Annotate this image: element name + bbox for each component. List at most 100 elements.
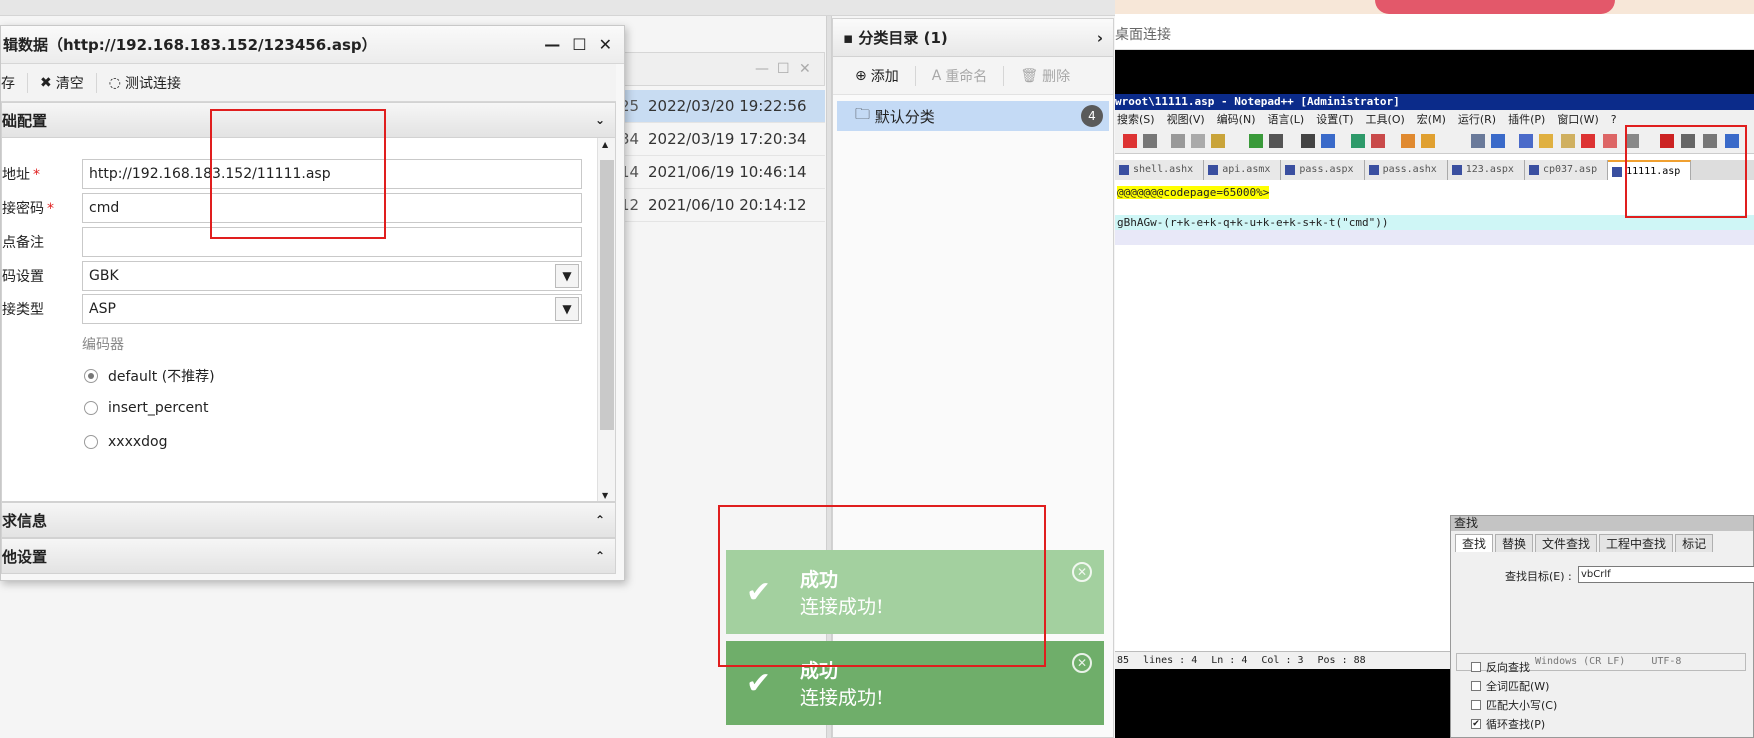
encoder-option-default[interactable]: default (不推荐) — [84, 366, 215, 386]
wrap-icon[interactable] — [1421, 134, 1435, 148]
chevron-down-icon[interactable]: ▼ — [555, 297, 579, 321]
monitor-icon[interactable] — [1581, 134, 1595, 148]
desktop-wallpaper-strip — [1115, 0, 1754, 14]
dialog-titlebar[interactable]: 辑数据（http://192.168.183.152/123456.asp） —… — [1, 26, 624, 64]
section-other-settings-header[interactable]: 他设置 ⌃ — [1, 538, 616, 574]
tab-cp037-asp[interactable]: cp037.asp — [1524, 160, 1609, 180]
menu-item-encoding[interactable]: 编码(N) — [1217, 110, 1256, 130]
new-file-icon[interactable] — [1123, 134, 1137, 148]
menu-item-search[interactable]: 搜索(S) — [1117, 110, 1155, 130]
menu-item-plugins[interactable]: 插件(P) — [1508, 110, 1545, 130]
paragraph-icon[interactable] — [1491, 134, 1505, 148]
paste-icon[interactable] — [1211, 134, 1225, 148]
menu-item-macro[interactable]: 宏(M) — [1417, 110, 1446, 130]
folder-workspace-icon[interactable] — [1561, 134, 1575, 148]
close-icon[interactable]: ✕ — [1072, 562, 1092, 582]
scroll-thumb[interactable] — [600, 160, 614, 430]
find-dialog-title[interactable]: 查找 — [1451, 516, 1753, 531]
folder-icon: 🗀 — [855, 104, 875, 123]
tab-pass-aspx[interactable]: pass.aspx — [1281, 160, 1365, 180]
indent-guide-icon[interactable] — [1471, 134, 1485, 148]
tab-pass-ashx[interactable]: pass.ashx — [1364, 160, 1448, 180]
annotation-box — [718, 505, 1046, 667]
close-icon[interactable]: ✕ — [599, 35, 612, 54]
close-icon[interactable]: ✕ — [799, 61, 811, 77]
close-icon[interactable]: ✕ — [1072, 653, 1092, 673]
find-target-input[interactable]: vbCrlf — [1578, 566, 1754, 583]
maximize-icon[interactable]: ☐ — [572, 35, 586, 54]
category-item-default[interactable]: 🗀 默认分类 4 — [837, 101, 1109, 131]
remote-black-area — [1115, 669, 1460, 738]
menu-item-tools[interactable]: 工具(O) — [1366, 110, 1405, 130]
replace-icon[interactable] — [1321, 134, 1335, 148]
zoom-in-icon[interactable] — [1351, 134, 1365, 148]
find-icon[interactable] — [1301, 134, 1315, 148]
required-mark: * — [33, 167, 40, 183]
menu-item-help[interactable]: ? — [1611, 110, 1617, 130]
copy-icon[interactable] — [1191, 134, 1205, 148]
redo-icon[interactable] — [1269, 134, 1283, 148]
sync-scroll-icon[interactable] — [1401, 134, 1415, 148]
scroll-down-icon[interactable]: ▼ — [602, 491, 608, 500]
list-item[interactable]: 34 2022/03/19 17:20:34 — [620, 123, 825, 156]
notepad-titlebar[interactable]: wroot\11111.asp - Notepad++ [Administrat… — [1115, 94, 1754, 110]
password-row: 接密码 * cmd — [2, 193, 582, 223]
test-connection-button[interactable]: ◌ 测试连接 — [109, 73, 181, 93]
chevron-down-icon[interactable]: ▼ — [555, 264, 579, 288]
code-line: @@@@@@@codepage=65000%> — [1117, 186, 1270, 199]
print-icon[interactable] — [1143, 134, 1157, 148]
menu-item-view[interactable]: 视图(V) — [1167, 110, 1205, 130]
plus-icon: ⊕ — [855, 67, 867, 84]
checkbox-icon — [1471, 681, 1481, 691]
tab-api-asmx[interactable]: api.asmx — [1204, 160, 1282, 180]
encoder-option-insert-percent[interactable]: insert_percent — [84, 400, 209, 416]
status-eol: Windows (CR LF) — [1535, 656, 1626, 667]
encoder-option-xxxxdog[interactable]: xxxxdog — [84, 434, 167, 450]
list-item[interactable]: 25 2022/03/20 19:22:56 — [620, 90, 825, 123]
password-label: 接密码 — [2, 201, 44, 217]
menu-item-window[interactable]: 窗口(W) — [1557, 110, 1598, 130]
rename-category-button[interactable]: A 重命名 — [932, 66, 988, 86]
save-button[interactable]: 存 — [1, 73, 15, 93]
checkbox-wrap-around[interactable]: ✔ 循环查找(P) — [1471, 716, 1545, 732]
scroll-up-icon[interactable]: ▲ — [602, 140, 608, 149]
doc-map-icon[interactable] — [1519, 134, 1533, 148]
option-label: 循环查找(P) — [1486, 718, 1546, 731]
menu-item-language[interactable]: 语言(L) — [1268, 110, 1305, 130]
minimize-icon[interactable]: — — [544, 35, 560, 54]
record-icon[interactable] — [1603, 134, 1617, 148]
zoom-out-icon[interactable] — [1371, 134, 1385, 148]
tab-mark[interactable]: 标记 — [1675, 534, 1714, 552]
list-item[interactable]: 14 2021/06/19 10:46:14 — [620, 156, 825, 189]
maximize-icon[interactable]: ☐ — [777, 61, 790, 77]
remote-desktop-bar: 桌面连接 — [1115, 14, 1754, 50]
clear-button[interactable]: ✖ 清空 — [40, 73, 84, 93]
minimize-icon[interactable]: — — [755, 61, 769, 77]
add-category-button[interactable]: ⊕ 添加 — [855, 66, 899, 86]
checkbox-backward[interactable]: 反向查找 — [1471, 659, 1530, 675]
menu-item-run[interactable]: 运行(R) — [1458, 110, 1496, 130]
menu-item-settings[interactable]: 设置(T) — [1316, 110, 1353, 130]
function-list-icon[interactable] — [1539, 134, 1553, 148]
toolbar-divider — [95, 72, 97, 93]
undo-icon[interactable] — [1249, 134, 1263, 148]
tab-find-in-projects[interactable]: 工程中查找 — [1599, 534, 1674, 552]
type-select[interactable]: ASP ▼ — [82, 294, 582, 324]
section-request-info-header[interactable]: 求信息 ⌃ — [1, 502, 616, 538]
tab-find-in-files[interactable]: 文件查找 — [1535, 534, 1598, 552]
chevron-right-icon[interactable]: › — [1097, 29, 1103, 47]
tab-shell-ashx[interactable]: shell.ashx — [1115, 160, 1205, 180]
delete-category-button[interactable]: 🗑 删除 — [1020, 66, 1070, 86]
toast-message: 连接成功! — [800, 687, 884, 709]
tab-find[interactable]: 查找 — [1455, 534, 1494, 552]
checkbox-whole-word[interactable]: 全词匹配(W) — [1471, 678, 1549, 694]
checkbox-match-case[interactable]: 匹配大小写(C) — [1471, 697, 1557, 713]
cut-icon[interactable] — [1171, 134, 1185, 148]
form-scrollbar[interactable]: ▲ ▼ — [597, 138, 615, 501]
tab-replace[interactable]: 替换 — [1495, 534, 1534, 552]
tab-123-aspx[interactable]: 123.aspx — [1447, 160, 1525, 180]
encoding-select[interactable]: GBK ▼ — [82, 261, 582, 291]
category-title: 分类目录 (1) — [858, 29, 948, 47]
status-encoding: UTF-8 — [1651, 656, 1682, 667]
list-item[interactable]: 12 2021/06/10 20:14:12 — [620, 189, 825, 222]
